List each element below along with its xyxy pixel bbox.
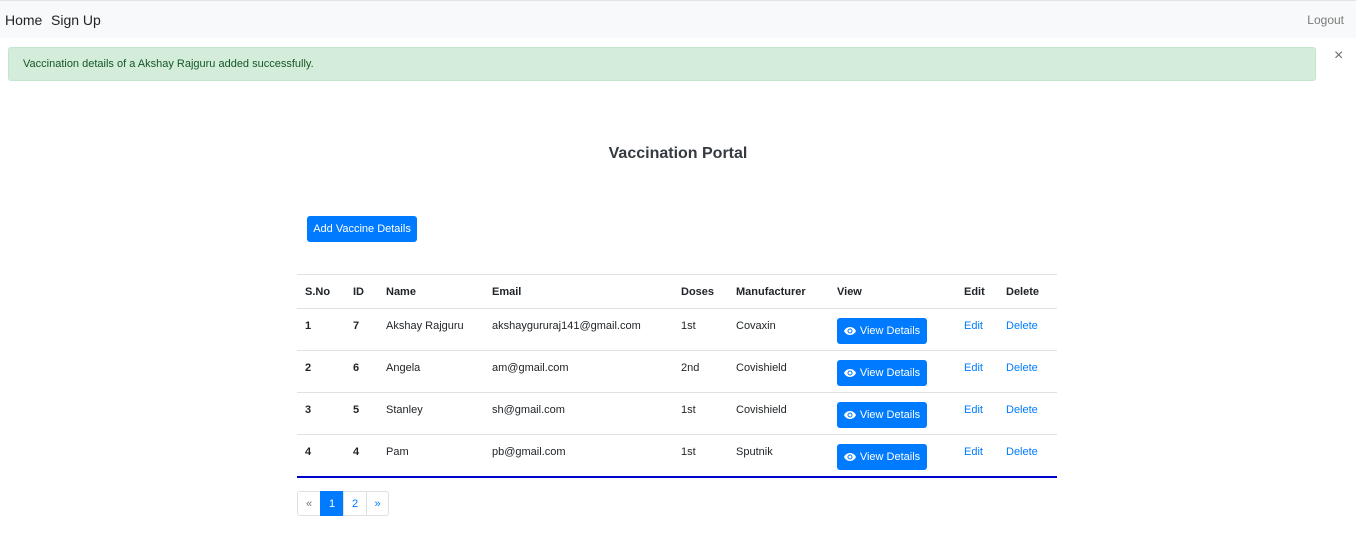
view-details-button[interactable]: View Details: [837, 318, 927, 344]
eye-icon: [843, 327, 856, 335]
header-manufacturer: Manufacturer: [728, 274, 829, 309]
view-details-label: View Details: [859, 451, 921, 463]
pagination-page-1[interactable]: 1: [320, 491, 344, 516]
cell-sno: 3: [297, 392, 345, 435]
header-edit: Edit: [956, 274, 998, 309]
cell-email: akshaygururaj141@gmail.com: [484, 308, 673, 351]
header-doses: Doses: [673, 274, 728, 309]
cell-doses: 2nd: [673, 350, 728, 393]
eye-icon: [843, 453, 856, 461]
pagination-prev[interactable]: «: [297, 491, 321, 516]
view-details-label: View Details: [859, 367, 921, 379]
cell-manufacturer: Covaxin: [728, 308, 829, 351]
table-header-row: S.No ID Name Email Doses Manufacturer Vi…: [297, 274, 1057, 309]
header-delete: Delete: [998, 274, 1057, 309]
header-sno: S.No: [297, 274, 345, 309]
cell-id: 4: [345, 434, 378, 478]
table-row: 3 5 Stanley sh@gmail.com 1st Covishield View D…: [297, 392, 1057, 435]
cell-doses: 1st: [673, 392, 728, 435]
edit-link[interactable]: Edit: [964, 446, 983, 458]
view-details-label: View Details: [859, 325, 921, 337]
cell-id: 7: [345, 308, 378, 351]
delete-link[interactable]: Delete: [1006, 362, 1038, 374]
delete-link[interactable]: Delete: [1006, 404, 1038, 416]
header-view: View: [829, 274, 956, 309]
pagination-next[interactable]: »: [366, 491, 389, 516]
header-id: ID: [345, 274, 378, 309]
cell-delete: Delete: [998, 350, 1057, 393]
eye-icon: [843, 369, 856, 377]
cell-edit: Edit: [956, 434, 998, 478]
edit-link[interactable]: Edit: [964, 404, 983, 416]
cell-delete: Delete: [998, 434, 1057, 478]
header-name: Name: [378, 274, 484, 309]
cell-manufacturer: Covishield: [728, 392, 829, 435]
cell-doses: 1st: [673, 308, 728, 351]
add-vaccine-details-button[interactable]: Add Vaccine Details: [307, 216, 417, 242]
cell-edit: Edit: [956, 308, 998, 351]
cell-manufacturer: Sputnik: [728, 434, 829, 478]
nav-logout-link[interactable]: Logout: [1307, 13, 1344, 27]
cell-name: Akshay Rajguru: [378, 308, 484, 351]
cell-view: View Details: [829, 350, 956, 393]
cell-email: sh@gmail.com: [484, 392, 673, 435]
cell-name: Pam: [378, 434, 484, 478]
cell-sno: 4: [297, 434, 345, 478]
table-row: 1 7 Akshay Rajguru akshaygururaj141@gmail.c…: [297, 308, 1057, 351]
close-icon[interactable]: ×: [1334, 48, 1343, 64]
nav-signup-link[interactable]: Sign Up: [51, 12, 101, 28]
edit-link[interactable]: Edit: [964, 362, 983, 374]
cell-delete: Delete: [998, 392, 1057, 435]
cell-sno: 2: [297, 350, 345, 393]
view-details-label: View Details: [859, 409, 921, 421]
cell-edit: Edit: [956, 350, 998, 393]
navbar: Home Sign Up Logout: [0, 0, 1356, 38]
cell-name: Angela: [378, 350, 484, 393]
cell-id: 5: [345, 392, 378, 435]
view-details-button[interactable]: View Details: [837, 360, 927, 386]
success-alert: Vaccination details of a Akshay Rajguru …: [8, 47, 1316, 81]
page-title: Vaccination Portal: [608, 145, 748, 162]
cell-doses: 1st: [673, 434, 728, 478]
cell-delete: Delete: [998, 308, 1057, 351]
vaccination-table-wrapper: S.No ID Name Email Doses Manufacturer Vi…: [297, 274, 1057, 478]
eye-icon: [843, 411, 856, 419]
cell-sno: 1: [297, 308, 345, 351]
cell-id: 6: [345, 350, 378, 393]
table-row: 2 6 Angela am@gmail.com 2nd Covishield View De…: [297, 350, 1057, 393]
cell-edit: Edit: [956, 392, 998, 435]
delete-link[interactable]: Delete: [1006, 320, 1038, 332]
pagination: « 1 2 »: [297, 491, 389, 516]
cell-email: am@gmail.com: [484, 350, 673, 393]
nav-home-link[interactable]: Home: [5, 12, 42, 28]
cell-view: View Details: [829, 308, 956, 351]
delete-link[interactable]: Delete: [1006, 446, 1038, 458]
cell-view: View Details: [829, 434, 956, 478]
pagination-page-2[interactable]: 2: [343, 491, 367, 516]
view-details-button[interactable]: View Details: [837, 402, 927, 428]
edit-link[interactable]: Edit: [964, 320, 983, 332]
view-details-button[interactable]: View Details: [837, 444, 927, 470]
cell-view: View Details: [829, 392, 956, 435]
cell-email: pb@gmail.com: [484, 434, 673, 478]
cell-manufacturer: Covishield: [728, 350, 829, 393]
table-row: 4 4 Pam pb@gmail.com 1st Sputnik View Details E…: [297, 434, 1057, 478]
vaccination-table: S.No ID Name Email Doses Manufacturer Vi…: [297, 274, 1057, 478]
alert-message: Vaccination details of a Akshay Rajguru …: [23, 58, 314, 70]
header-email: Email: [484, 274, 673, 309]
cell-name: Stanley: [378, 392, 484, 435]
